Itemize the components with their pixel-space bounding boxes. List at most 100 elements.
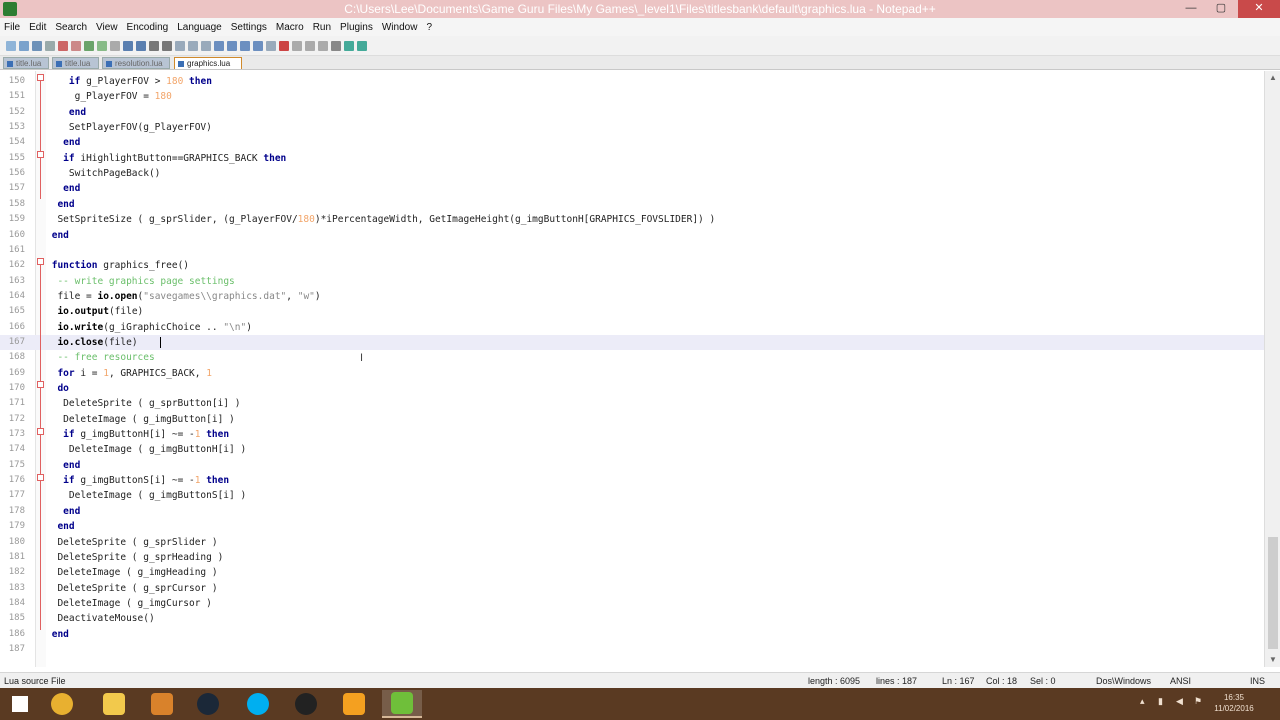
menu-search[interactable]: Search bbox=[55, 22, 87, 33]
menu-plugins[interactable]: Plugins bbox=[340, 22, 373, 33]
menu-run[interactable]: Run bbox=[313, 22, 331, 33]
tab-title[interactable]: title.lua bbox=[52, 57, 99, 69]
tab-title[interactable]: title.lua bbox=[3, 57, 49, 69]
menu-window[interactable]: Window bbox=[382, 22, 418, 33]
obs-taskbar-button[interactable] bbox=[286, 690, 326, 718]
menu-macro[interactable]: Macro bbox=[276, 22, 304, 33]
stop-icon[interactable] bbox=[292, 40, 302, 51]
wrap-icon[interactable] bbox=[240, 40, 250, 51]
code-line[interactable]: 152 end bbox=[0, 105, 1264, 120]
fold-toggle[interactable] bbox=[37, 474, 44, 481]
scroll-down-icon[interactable]: ▼ bbox=[1265, 653, 1280, 667]
save-macro-icon[interactable] bbox=[331, 40, 341, 51]
menu-encoding[interactable]: Encoding bbox=[127, 22, 169, 33]
print-icon[interactable] bbox=[84, 40, 94, 51]
spellcheck-icon[interactable] bbox=[344, 40, 354, 51]
indent-guide-icon[interactable] bbox=[266, 40, 276, 51]
copy-icon[interactable] bbox=[110, 40, 120, 51]
network-icon[interactable]: ▮ bbox=[1158, 696, 1163, 707]
code-line[interactable]: 154 end bbox=[0, 135, 1264, 150]
close-icon[interactable] bbox=[58, 40, 68, 51]
flag-icon[interactable]: ⚑ bbox=[1194, 696, 1202, 707]
undo-icon[interactable] bbox=[136, 40, 146, 51]
code-line[interactable]: 172 DeleteImage ( g_imgButton[i] ) bbox=[0, 412, 1264, 427]
fold-toggle[interactable] bbox=[37, 151, 44, 158]
code-line[interactable]: 183 DeleteSprite ( g_sprCursor ) bbox=[0, 581, 1264, 596]
volume-icon[interactable]: ◀ bbox=[1176, 696, 1183, 707]
code-line[interactable]: 162 function graphics_free() bbox=[0, 258, 1264, 273]
code-line[interactable]: 167 io.close(file) bbox=[0, 334, 1264, 350]
menu-help[interactable]: ? bbox=[426, 22, 432, 33]
play-multi-icon[interactable] bbox=[318, 40, 328, 51]
code-line[interactable]: 165 io.output(file) bbox=[0, 304, 1264, 319]
paint-taskbar-button[interactable] bbox=[142, 690, 182, 718]
new-icon[interactable] bbox=[6, 40, 16, 51]
code-line[interactable]: 153 SetPlayerFOV(g_PlayerFOV) bbox=[0, 120, 1264, 135]
code-line[interactable]: 179 end bbox=[0, 519, 1264, 534]
cut-icon[interactable] bbox=[97, 40, 107, 51]
replace-icon[interactable] bbox=[175, 40, 185, 51]
zoom-in-icon[interactable] bbox=[188, 40, 198, 51]
menu-language[interactable]: Language bbox=[177, 22, 222, 33]
code-line[interactable]: 169 for i = 1, GRAPHICS_BACK, 1 bbox=[0, 366, 1264, 381]
maximize-button[interactable]: ▢ bbox=[1206, 0, 1236, 18]
code-line[interactable]: 160 end bbox=[0, 228, 1264, 243]
fold-toggle[interactable] bbox=[37, 428, 44, 435]
chrome-taskbar-button[interactable] bbox=[42, 690, 82, 718]
code-line[interactable]: 166 io.write(g_iGraphicChoice .. "\n") bbox=[0, 320, 1264, 335]
scroll-up-icon[interactable]: ▲ bbox=[1265, 71, 1280, 85]
code-line[interactable]: 175 end bbox=[0, 458, 1264, 473]
file-explorer-taskbar-button[interactable] bbox=[94, 690, 134, 718]
code-line[interactable]: 161 bbox=[0, 243, 1264, 258]
clock[interactable]: 16:35 11/02/2016 bbox=[1214, 692, 1254, 714]
code-line[interactable]: 158 end bbox=[0, 197, 1264, 212]
media-player-taskbar-button[interactable] bbox=[334, 690, 374, 718]
paste-icon[interactable] bbox=[123, 40, 133, 51]
zoom-out-icon[interactable] bbox=[201, 40, 211, 51]
code-line[interactable]: 170 do bbox=[0, 381, 1264, 396]
code-line[interactable]: 180 DeleteSprite ( g_sprSlider ) bbox=[0, 535, 1264, 550]
sync-v-icon[interactable] bbox=[214, 40, 224, 51]
fold-toggle[interactable] bbox=[37, 258, 44, 265]
fold-toggle[interactable] bbox=[37, 74, 44, 81]
code-line[interactable]: 176 if g_imgButtonS[i] ~= -1 then bbox=[0, 473, 1264, 488]
code-line[interactable]: 164 file = io.open("savegames\\graphics.… bbox=[0, 289, 1264, 304]
code-line[interactable]: 174 DeleteImage ( g_imgButtonH[i] ) bbox=[0, 442, 1264, 457]
code-line[interactable]: 182 DeleteImage ( g_imgHeading ) bbox=[0, 565, 1264, 580]
play-icon[interactable] bbox=[305, 40, 315, 51]
scroll-thumb[interactable] bbox=[1268, 537, 1278, 649]
close-button[interactable]: ✕ bbox=[1238, 0, 1280, 18]
code-line[interactable]: 151 g_PlayerFOV = 180 bbox=[0, 89, 1264, 104]
skype-taskbar-button[interactable] bbox=[238, 690, 278, 718]
code-line[interactable]: 187 bbox=[0, 642, 1264, 657]
menu-view[interactable]: View bbox=[96, 22, 118, 33]
code-line[interactable]: 168 -- free resources bbox=[0, 350, 1264, 365]
code-line[interactable]: 150 if g_PlayerFOV > 180 then bbox=[0, 74, 1264, 89]
code-line[interactable]: 157 end bbox=[0, 181, 1264, 196]
notepad-plus-plus-taskbar-button[interactable] bbox=[382, 690, 422, 718]
code-line[interactable]: 159 SetSpriteSize ( g_sprSlider, (g_Play… bbox=[0, 212, 1264, 227]
code-line[interactable]: 186 end bbox=[0, 627, 1264, 642]
code-line[interactable]: 155 if iHighlightButton==GRAPHICS_BACK t… bbox=[0, 151, 1264, 166]
menu-settings[interactable]: Settings bbox=[231, 22, 267, 33]
code-line[interactable]: 177 DeleteImage ( g_imgButtonS[i] ) bbox=[0, 488, 1264, 503]
code-line[interactable]: 156 SwitchPageBack() bbox=[0, 166, 1264, 181]
steam-taskbar-button[interactable] bbox=[188, 690, 228, 718]
code-line[interactable]: 163 -- write graphics page settings bbox=[0, 274, 1264, 289]
code-line[interactable]: 184 DeleteImage ( g_imgCursor ) bbox=[0, 596, 1264, 611]
code-line[interactable]: 173 if g_imgButtonH[i] ~= -1 then bbox=[0, 427, 1264, 442]
menu-file[interactable]: File bbox=[4, 22, 20, 33]
save-all-icon[interactable] bbox=[45, 40, 55, 51]
code-line[interactable]: 178 end bbox=[0, 504, 1264, 519]
tray-chevron-icon[interactable]: ▴ bbox=[1140, 696, 1145, 707]
close-all-icon[interactable] bbox=[71, 40, 81, 51]
minimize-button[interactable]: — bbox=[1176, 0, 1206, 18]
launch-icon[interactable] bbox=[357, 40, 367, 51]
code-line[interactable]: 185 DeactivateMouse() bbox=[0, 611, 1264, 626]
vertical-scrollbar[interactable]: ▲ ▼ bbox=[1264, 71, 1280, 667]
open-icon[interactable] bbox=[19, 40, 29, 51]
save-icon[interactable] bbox=[32, 40, 42, 51]
find-icon[interactable] bbox=[162, 40, 172, 51]
all-chars-icon[interactable] bbox=[253, 40, 263, 51]
record-icon[interactable] bbox=[279, 40, 289, 51]
